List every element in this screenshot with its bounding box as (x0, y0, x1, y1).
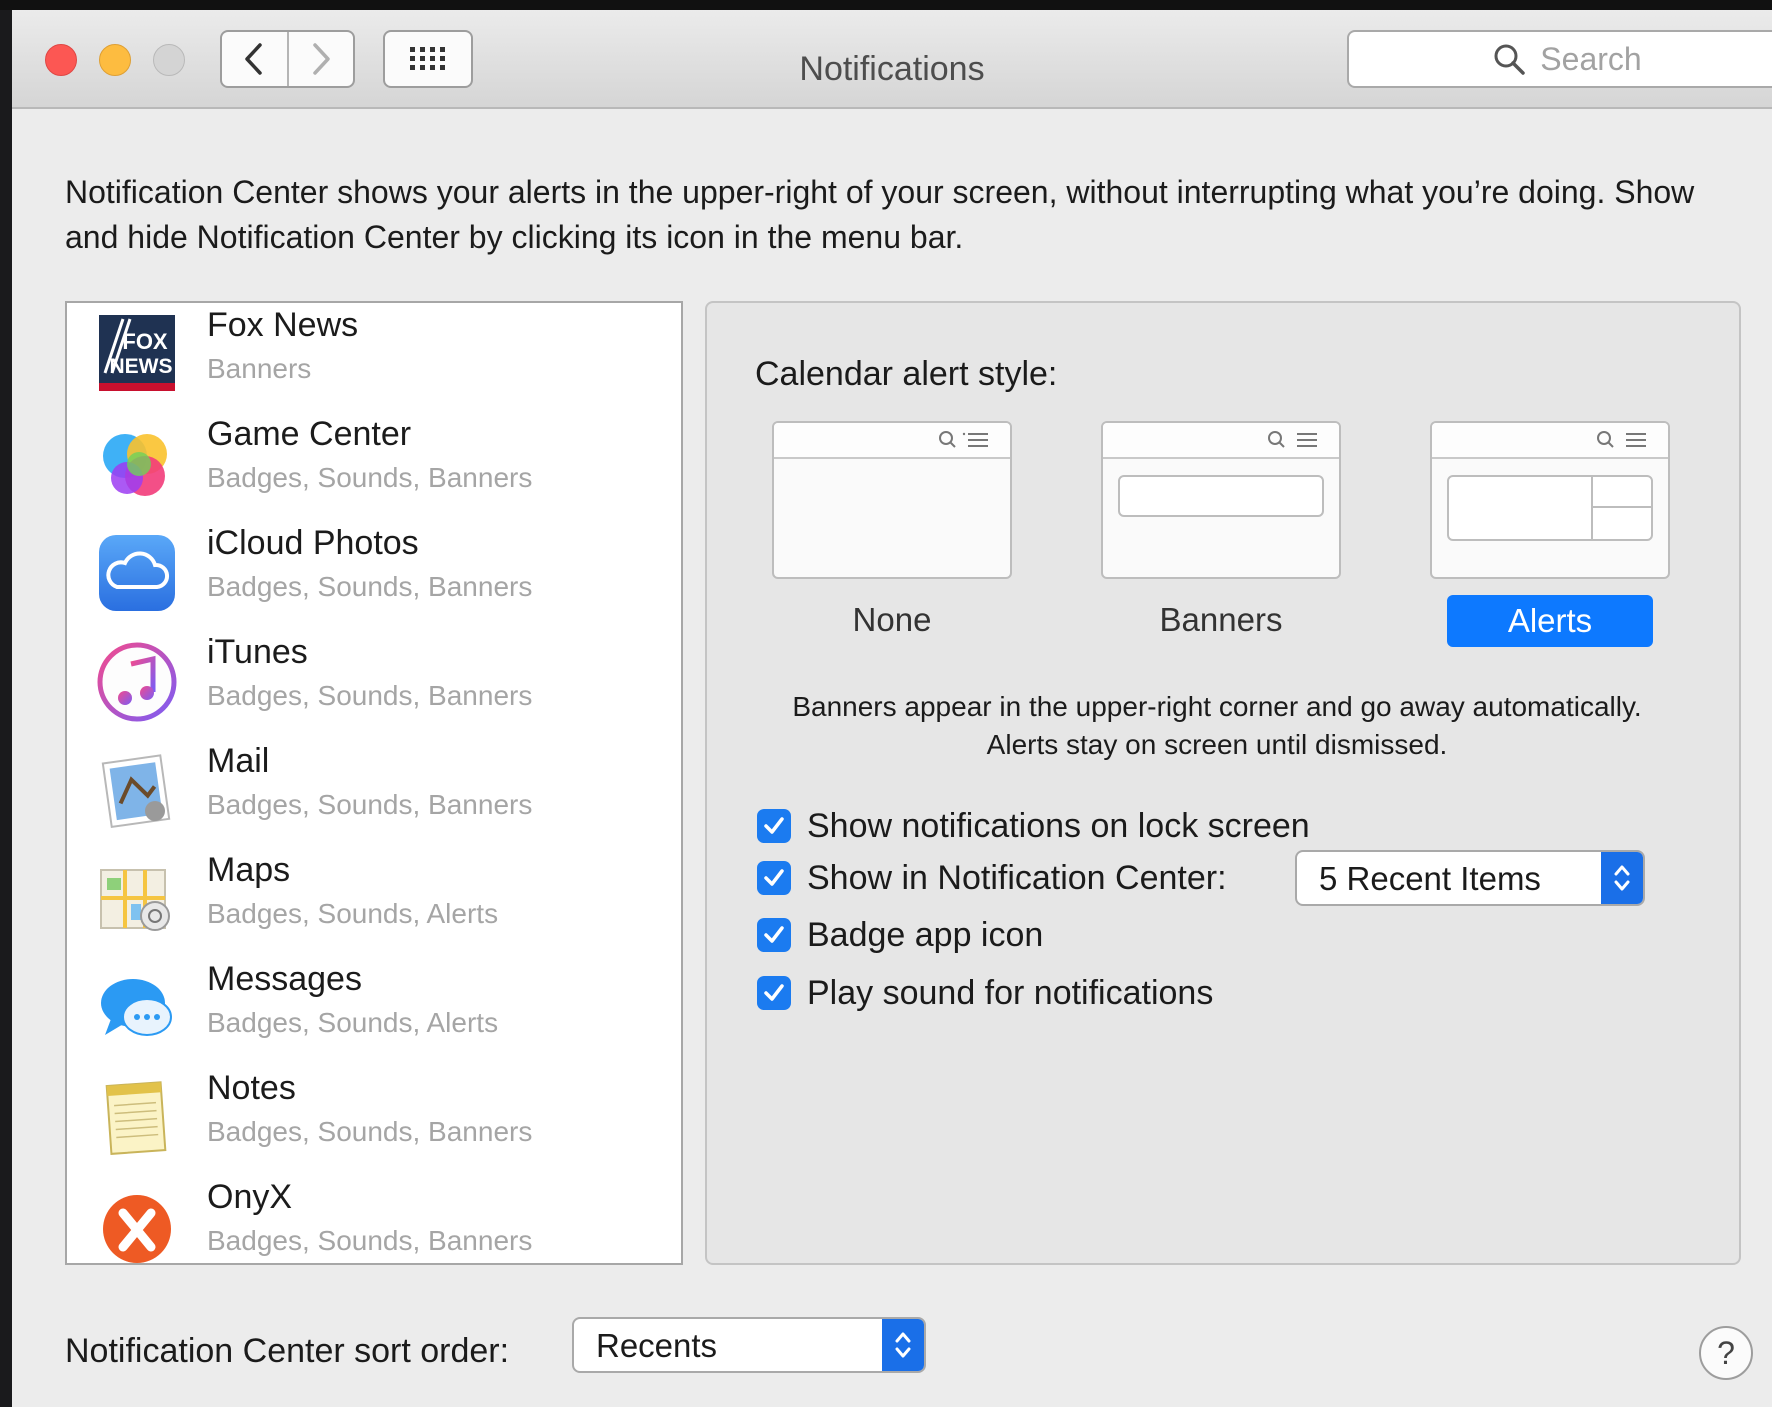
popup-value: Recents (596, 1327, 718, 1364)
svg-text:FOX: FOX (122, 329, 168, 354)
option-sound[interactable]: Play sound for notifications (757, 973, 1213, 1013)
app-name: Game Center (207, 415, 412, 453)
list-item-maps[interactable]: Maps Badges, Sounds, Alerts (67, 848, 681, 957)
checkmark-icon (764, 869, 784, 886)
checkbox[interactable] (757, 861, 791, 895)
app-name: Mail (207, 742, 270, 780)
style-preview-alerts (1430, 421, 1670, 579)
list-item-icloud-photos[interactable]: iCloud Photos Badges, Sounds, Banners (67, 521, 681, 630)
popup-arrows (882, 1319, 924, 1371)
menubar-icons (1268, 431, 1317, 448)
preferences-window: Notifications Search Notification Center… (12, 10, 1772, 1407)
fox-news-icon: FOX NEWS (95, 313, 179, 397)
option-label: Show notifications on lock screen (807, 806, 1310, 845)
app-list[interactable]: FOX NEWS Fox News Banners Game Center Ba… (65, 301, 683, 1265)
app-alert-style: Badges, Sounds, Banners (207, 1225, 533, 1256)
app-name: Fox News (207, 306, 359, 344)
checkmark-icon (764, 817, 784, 834)
style-preview-none (772, 421, 1012, 579)
itunes-icon (95, 640, 179, 724)
style-description: Banners appear in the upper-right corner… (792, 691, 1642, 760)
maps-icon (95, 858, 179, 942)
mail-icon (95, 749, 179, 833)
help-button[interactable]: ? (1699, 1326, 1753, 1380)
option-label: Show in Notification Center: (807, 858, 1227, 897)
checkmark-icon (764, 926, 784, 943)
style-option-alerts[interactable]: Alerts (1430, 421, 1670, 647)
app-alert-style: Badges, Sounds, Banners (207, 462, 533, 493)
checkmark-icon (764, 984, 784, 1001)
search-field[interactable]: Search (1347, 30, 1772, 88)
onyx-icon (95, 1185, 179, 1263)
list-item-fox-news[interactable]: FOX NEWS Fox News Banners (67, 303, 681, 412)
desktop-edge (0, 0, 1772, 10)
icloud-photos-icon (95, 531, 179, 615)
option-label: Play sound for notifications (807, 973, 1214, 1012)
app-name: iCloud Photos (207, 524, 419, 562)
notes-icon (95, 1076, 179, 1160)
menubar-icons (939, 431, 988, 448)
option-lock-screen[interactable]: Show notifications on lock screen (757, 806, 1310, 846)
alert-style-heading: Calendar alert style: (755, 355, 1058, 393)
search-placeholder: Search (1540, 40, 1642, 77)
checkbox[interactable] (757, 809, 791, 843)
style-label: Banners (1159, 601, 1283, 638)
style-label: None (852, 601, 932, 638)
app-name: Messages (207, 960, 362, 998)
intro-text: Notification Center shows your alerts in… (65, 174, 1695, 255)
checkbox[interactable] (757, 918, 791, 952)
popup-arrows (1601, 852, 1643, 904)
style-option-none[interactable]: None (772, 421, 1012, 639)
sort-order-label: Notification Center sort order: (65, 1332, 510, 1370)
style-option-banners[interactable]: Banners (1101, 421, 1341, 639)
list-item-game-center[interactable]: Game Center Badges, Sounds, Banners (67, 412, 681, 521)
app-alert-style: Badges, Sounds, Alerts (207, 1007, 499, 1038)
app-alert-style: Badges, Sounds, Banners (207, 571, 533, 602)
app-settings-panel: Calendar alert style: None Banners Alert… (705, 301, 1741, 1265)
game-center-icon (95, 422, 179, 506)
popup-value: 5 Recent Items (1319, 860, 1541, 897)
option-label: Badge app icon (807, 915, 1044, 954)
sort-order-popup[interactable]: Recents (572, 1317, 926, 1373)
list-item-mail[interactable]: Mail Badges, Sounds, Banners (67, 739, 681, 848)
list-item-itunes[interactable]: iTunes Badges, Sounds, Banners (67, 630, 681, 739)
search-icon (1494, 44, 1526, 75)
list-item-onyx[interactable]: OnyX Badges, Sounds, Banners (67, 1175, 681, 1263)
list-item-messages[interactable]: Messages Badges, Sounds, Alerts (67, 957, 681, 1066)
app-alert-style: Badges, Sounds, Banners (207, 1116, 533, 1147)
updown-chevron-icon (895, 1332, 911, 1358)
checkbox[interactable] (757, 976, 791, 1010)
list-item-notes[interactable]: Notes Badges, Sounds, Banners (67, 1066, 681, 1175)
app-name: iTunes (207, 633, 308, 671)
messages-icon (95, 967, 179, 1051)
style-preview-banners (1101, 421, 1341, 579)
style-label-selected: Alerts (1447, 595, 1653, 647)
app-name: OnyX (207, 1178, 293, 1216)
recent-items-popup[interactable]: 5 Recent Items (1295, 850, 1645, 906)
option-badge[interactable]: Badge app icon (757, 915, 1043, 955)
app-name: Notes (207, 1069, 296, 1107)
menubar-icons (1597, 431, 1646, 448)
app-alert-style: Badges, Sounds, Banners (207, 680, 533, 711)
updown-chevron-icon (1614, 865, 1630, 891)
app-alert-style: Badges, Sounds, Banners (207, 789, 533, 820)
app-name: Maps (207, 851, 291, 889)
titlebar: Notifications Search (12, 10, 1772, 109)
app-alert-style: Badges, Sounds, Alerts (207, 898, 499, 929)
svg-text:NEWS: NEWS (110, 355, 173, 378)
app-alert-style: Banners (207, 353, 312, 384)
option-notification-center[interactable]: Show in Notification Center: (757, 858, 1227, 898)
